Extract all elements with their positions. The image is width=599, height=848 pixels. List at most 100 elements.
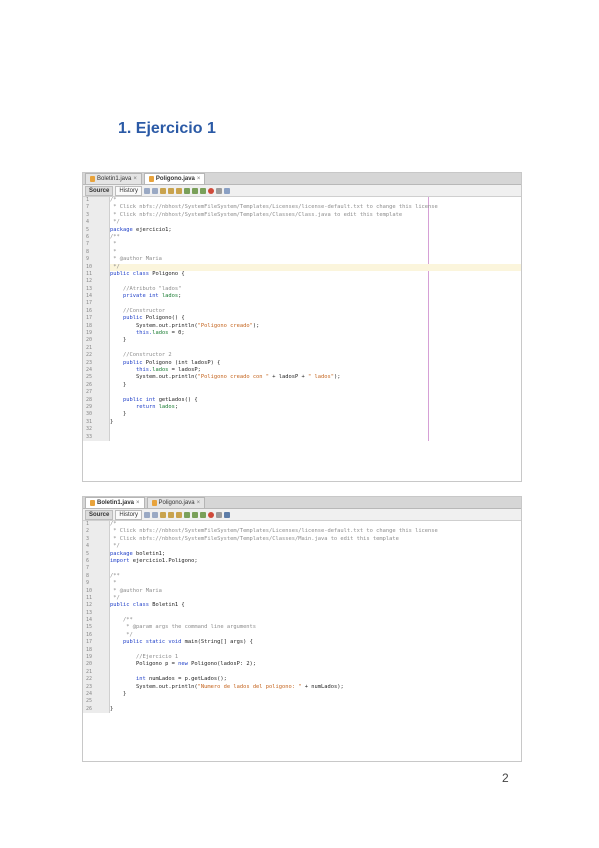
tab-boletin1[interactable]: Boletin1.java × (85, 497, 145, 508)
line-number: 7 (86, 565, 90, 572)
code-token: System.out.println( (110, 374, 198, 381)
code-line: * Click nbfs://nbhost/SystemFileSystem/T… (110, 212, 521, 219)
code-line: * Click nbfs://nbhost/SystemFileSystem/T… (110, 536, 521, 543)
code-token: */ (110, 594, 120, 601)
code-token: package (110, 226, 136, 233)
code-line: package ejercicio1; (110, 227, 521, 234)
code-line: * Click nbfs://nbhost/SystemFileSystem/T… (110, 204, 521, 211)
code-line: /* (110, 521, 521, 528)
source-button[interactable]: Source (85, 509, 114, 520)
line-number: 14 (86, 293, 93, 300)
line-number: 10 (86, 587, 93, 594)
code-token: Poligono { (152, 270, 185, 277)
code-token: Poligono p = (110, 661, 179, 668)
code-token: import (110, 557, 133, 564)
code-token: ); (333, 374, 341, 381)
search-icon[interactable] (160, 187, 167, 194)
line-number: 17 (86, 639, 93, 646)
code-token: public static void (110, 639, 185, 646)
close-icon[interactable]: × (197, 498, 201, 508)
line-number: 30 (86, 411, 93, 418)
forward-icon[interactable] (152, 511, 159, 518)
shift-left-icon[interactable] (192, 187, 199, 194)
line-number: 33 (86, 433, 93, 440)
line-number: 19 (86, 330, 93, 337)
code-token: * @author Maria (110, 256, 162, 263)
history-button[interactable]: History (115, 509, 143, 520)
tab-poligono[interactable]: Poligono.java × (143, 173, 206, 184)
page-number: 2 (502, 771, 509, 785)
toggle-bookmark-icon[interactable] (184, 187, 191, 194)
shift-left-icon[interactable] (192, 511, 199, 518)
code-token: " lados" (308, 374, 334, 381)
record-macro-icon[interactable] (208, 187, 215, 194)
record-macro-icon[interactable] (208, 511, 215, 518)
code-token: lados (152, 366, 169, 373)
line-number: 8 (86, 572, 90, 579)
shift-right-icon[interactable] (200, 511, 207, 518)
code-line: System.out.println("Poligono creado con … (110, 374, 521, 381)
find-previous-icon[interactable] (168, 511, 175, 518)
shift-right-icon[interactable] (200, 187, 207, 194)
diff-icon[interactable] (224, 187, 231, 194)
line-number: 4 (86, 543, 90, 550)
toggle-bookmark-icon[interactable] (184, 511, 191, 518)
close-icon[interactable]: × (197, 174, 201, 184)
find-previous-icon[interactable] (168, 187, 175, 194)
line-number: 7 (86, 204, 90, 211)
code-token: boletin1; (135, 550, 166, 557)
code-token: */ (110, 631, 133, 638)
code-editor[interactable]: 1 7 3 4 5 6 7 8 9 10 11 12 13 14 17 16 17 18 19 20 21 22 23 24 2… (83, 197, 521, 441)
back-icon[interactable] (144, 187, 151, 194)
line-number: 26 (86, 705, 93, 712)
line-number: 5 (86, 226, 90, 233)
code-token: } (110, 411, 127, 418)
line-number: 31 (86, 418, 93, 425)
code-line: public class Poligono { (110, 271, 521, 278)
line-number: 12 (86, 602, 93, 609)
code-token: ejercicio1; (135, 226, 172, 233)
code-token: * (110, 241, 117, 248)
code-editor[interactable]: 1 2 3 4 5 6 7 8 9 10 11 12 13 14 15 16 17 18 19 20 21 22 23 24 2… (83, 521, 521, 714)
history-button[interactable]: History (115, 185, 143, 196)
code-token: lados (152, 330, 169, 337)
code-line: public Poligono (int ladosP) { (110, 360, 521, 367)
code-line: System.out.println("Numero de lados del … (110, 684, 521, 691)
line-number: 25 (86, 698, 93, 705)
diff-icon[interactable] (224, 511, 231, 518)
code-line: /** (110, 573, 521, 580)
code-line: //Atributo "lados" (110, 286, 521, 293)
back-icon[interactable] (144, 511, 151, 518)
find-next-icon[interactable] (176, 187, 183, 194)
code-line: /* (110, 197, 521, 204)
tab-boletin1[interactable]: Boletin1.java × (85, 173, 142, 184)
code-line: */ (110, 595, 521, 602)
tab-poligono[interactable]: Poligono.java × (146, 497, 206, 508)
code-line: this.lados = ladosP; (110, 367, 521, 374)
code-area[interactable]: /* * Click nbfs://nbhost/SystemFileSyste… (110, 521, 521, 713)
search-icon[interactable] (160, 511, 167, 518)
source-button[interactable]: Source (85, 185, 114, 196)
code-line: /** (110, 617, 521, 624)
code-line: */ (110, 543, 521, 550)
line-number: 16 (86, 307, 93, 314)
stop-macro-icon[interactable] (216, 187, 223, 194)
forward-icon[interactable] (152, 187, 159, 194)
code-token: * Click nbfs://nbhost/SystemFileSystem/T… (110, 211, 403, 218)
line-number: 1 (86, 197, 90, 203)
code-line: * Click nbfs://nbhost/SystemFileSystem/T… (110, 528, 521, 535)
close-icon[interactable]: × (136, 498, 140, 508)
code-area[interactable]: /* * Click nbfs://nbhost/SystemFileSyste… (110, 197, 521, 441)
code-line: //Constructor 2 (110, 352, 521, 359)
code-line: import ejercicio1.Poligono; (110, 558, 521, 565)
find-next-icon[interactable] (176, 511, 183, 518)
stop-macro-icon[interactable] (216, 511, 223, 518)
close-icon[interactable]: × (133, 174, 137, 184)
editor-toolbar: Source History (83, 509, 521, 521)
code-token: } (110, 381, 127, 388)
line-number: 3 (86, 535, 90, 542)
line-number: 15 (86, 624, 93, 631)
